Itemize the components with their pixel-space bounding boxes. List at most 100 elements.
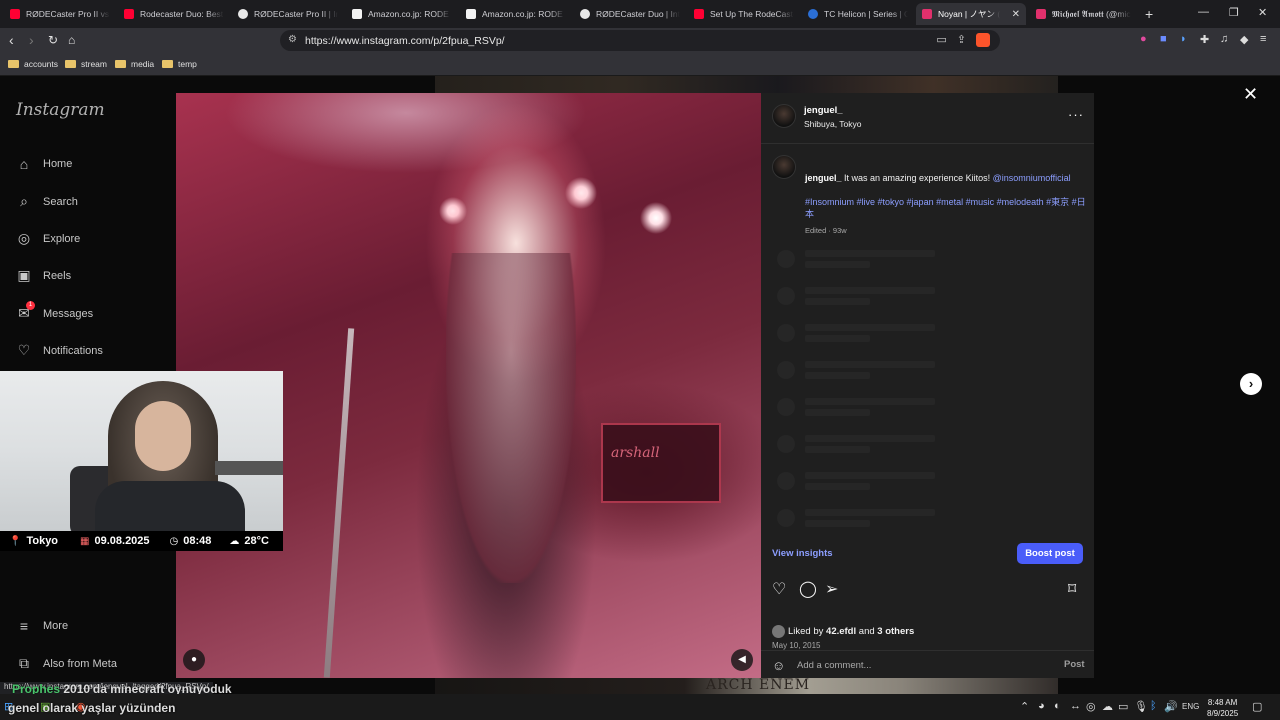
caption-username[interactable]: jenguel_ (805, 173, 842, 183)
bookmark-temp[interactable]: temp (162, 59, 197, 69)
view-insights-link[interactable]: View insights (772, 548, 833, 559)
tray-icon[interactable]: ◎ (1086, 700, 1096, 713)
tab-5[interactable]: Amazon.co.jp: RODE M (460, 3, 572, 25)
tagged-user-icon[interactable]: ● (183, 649, 205, 671)
next-post-chevron-icon[interactable]: › (1240, 373, 1262, 395)
address-bar[interactable]: ⚙ https://www.instagram.com/p/2fpua_RSVp… (280, 30, 1000, 51)
stream-time: 08:48 (183, 535, 212, 547)
microphone-icon[interactable]: 🎙 (1134, 700, 1148, 713)
window-close-icon[interactable]: ✕ (1258, 6, 1267, 19)
more-options-icon[interactable]: ··· (1068, 107, 1084, 122)
liked-by-user[interactable]: 42.efdl (826, 626, 856, 637)
cloud-icon: ☁ (229, 535, 240, 547)
nav-reels[interactable]: ▣ Reels (16, 267, 71, 284)
onedrive-icon[interactable]: ☁ (1102, 700, 1113, 713)
tab-4[interactable]: Amazon.co.jp: RODE M (346, 3, 458, 25)
brave-shield-icon[interactable] (976, 33, 990, 47)
puzzle-icon[interactable]: ✚ (1200, 33, 1209, 46)
calendar-icon: ▦ (80, 535, 90, 547)
comment-skeleton (777, 396, 1077, 418)
boost-post-button[interactable]: Boost post (1017, 543, 1083, 564)
home-icon[interactable]: ⌂ (68, 32, 75, 48)
comment-skeleton (777, 322, 1077, 344)
discord-icon[interactable]: ◕ (1038, 700, 1045, 712)
post-location[interactable]: Shibuya, Tokyo (804, 119, 862, 129)
tab-6[interactable]: RØDECaster Duo | Inte (574, 3, 686, 25)
new-tab-button[interactable]: + (1145, 6, 1153, 22)
reader-mode-icon[interactable]: ▭ (936, 33, 946, 47)
tab-3[interactable]: RØDECaster Pro II | Int (232, 3, 344, 25)
emoji-icon[interactable]: ☺ (772, 658, 785, 673)
bookmark-stream[interactable]: stream (65, 59, 107, 69)
post-comment-button[interactable]: Post (1064, 659, 1085, 670)
instagram-logo[interactable]: Instagram (16, 100, 105, 120)
system-clock[interactable]: 8:48 AM 8/9/2025 (1207, 697, 1238, 719)
music-icon[interactable]: ♫ (1220, 33, 1228, 45)
volume-icon[interactable]: ◀ (731, 649, 753, 671)
input-language[interactable]: ENG (1182, 702, 1199, 711)
nav-search[interactable]: ⌕ Search (16, 193, 78, 210)
close-tab-icon[interactable]: ✕ (1012, 9, 1020, 20)
tray-icon[interactable]: ↔ (1070, 700, 1081, 712)
extension-icon[interactable]: ● (1140, 33, 1147, 45)
liked-by-others[interactable]: 3 others (877, 626, 914, 637)
guitarist (446, 253, 576, 583)
tab-7[interactable]: Set Up The RodeCaster (688, 3, 800, 25)
wallet-icon[interactable]: ◆ (1240, 33, 1248, 46)
comment-icon[interactable]: ◯ (799, 579, 817, 599)
bluetooth-icon[interactable]: ᛒ (1150, 700, 1157, 712)
avatar[interactable] (772, 155, 796, 179)
back-icon[interactable]: ‹ (9, 32, 14, 48)
avatar[interactable] (772, 625, 785, 638)
rode-icon (238, 9, 248, 19)
share-icon[interactable]: ➢ (825, 579, 838, 599)
tc-helicon-icon (808, 9, 818, 19)
extension-icon[interactable]: ■ (1160, 33, 1167, 45)
caption: jenguel_ It was an amazing experience Ki… (805, 172, 1085, 184)
bookmark-media[interactable]: media (115, 59, 154, 69)
like-heart-icon[interactable]: ♡ (772, 579, 786, 599)
bookmark-accounts[interactable]: accounts (8, 59, 58, 69)
notifications-icon[interactable]: ▢ (1252, 700, 1262, 713)
forward-icon[interactable]: › (29, 32, 34, 48)
post-username[interactable]: jenguel_ (804, 105, 843, 116)
tab-1[interactable]: RØDECaster Pro II vs R (4, 3, 116, 25)
restore-icon[interactable]: ❐ (1229, 6, 1239, 19)
post-date: May 10, 2015 (772, 641, 821, 650)
share-icon[interactable]: ⇪ (957, 33, 966, 47)
minimize-icon[interactable]: — (1198, 6, 1209, 18)
comment-input[interactable] (797, 656, 1037, 674)
reload-icon[interactable]: ↻ (48, 32, 58, 48)
tab-9-active[interactable]: Noyan | ノヤン (@✕ (916, 3, 1026, 25)
bookmark-icon[interactable]: ⌑ (1068, 579, 1076, 599)
unread-badge: 1 (26, 301, 35, 310)
instagram-icon (1036, 9, 1046, 19)
caption-mention[interactable]: @insomniumofficial (993, 173, 1071, 183)
tray-chevron-icon[interactable]: ⌃ (1020, 700, 1029, 713)
nav-also-from-meta[interactable]: ⧉ Also from Meta (16, 655, 117, 672)
youtube-icon (694, 9, 704, 19)
avatar[interactable] (772, 104, 796, 128)
url-text[interactable]: https://www.instagram.com/p/2fpua_RSVp/ (305, 35, 505, 47)
nav-notifications[interactable]: ♡ Notifications (16, 342, 103, 359)
steam-icon[interactable]: ◐ (1054, 700, 1061, 712)
nav-home[interactable]: ⌂ Home (16, 156, 73, 172)
hashtags[interactable]: #Insomnium #live #tokyo #japan #metal #m… (805, 196, 1090, 220)
comment-skeleton (777, 285, 1077, 307)
nav-messages[interactable]: ✉ 1 Messages (16, 301, 93, 322)
post-details-panel: jenguel_ Shibuya, Tokyo ··· jenguel_ It … (761, 93, 1094, 678)
tab-8[interactable]: TC Helicon | Series | Go (802, 3, 914, 25)
comment-composer: ☺ Post (761, 650, 1094, 678)
extension-icon[interactable]: ◗ (1180, 33, 1187, 45)
nav-more[interactable]: ≡ More (16, 618, 68, 634)
menu-icon[interactable]: ≡ (1260, 33, 1266, 45)
tray-icon[interactable]: ▭ (1118, 700, 1128, 713)
streamer-face (135, 401, 191, 471)
home-icon: ⌂ (19, 156, 29, 172)
site-info-icon[interactable]: ⚙ (288, 34, 297, 45)
tab-2[interactable]: Rodecaster Duo: Best I (118, 3, 230, 25)
tab-10[interactable]: 𝕸𝖎𝖈𝖍𝖆𝖊𝖑 𝕬𝖒𝖔𝖙𝖙 (@mic (1030, 3, 1140, 25)
nav-explore[interactable]: ◎ Explore (16, 230, 80, 247)
volume-icon[interactable]: 🔊 (1164, 700, 1178, 713)
close-icon[interactable]: ✕ (1243, 84, 1258, 105)
